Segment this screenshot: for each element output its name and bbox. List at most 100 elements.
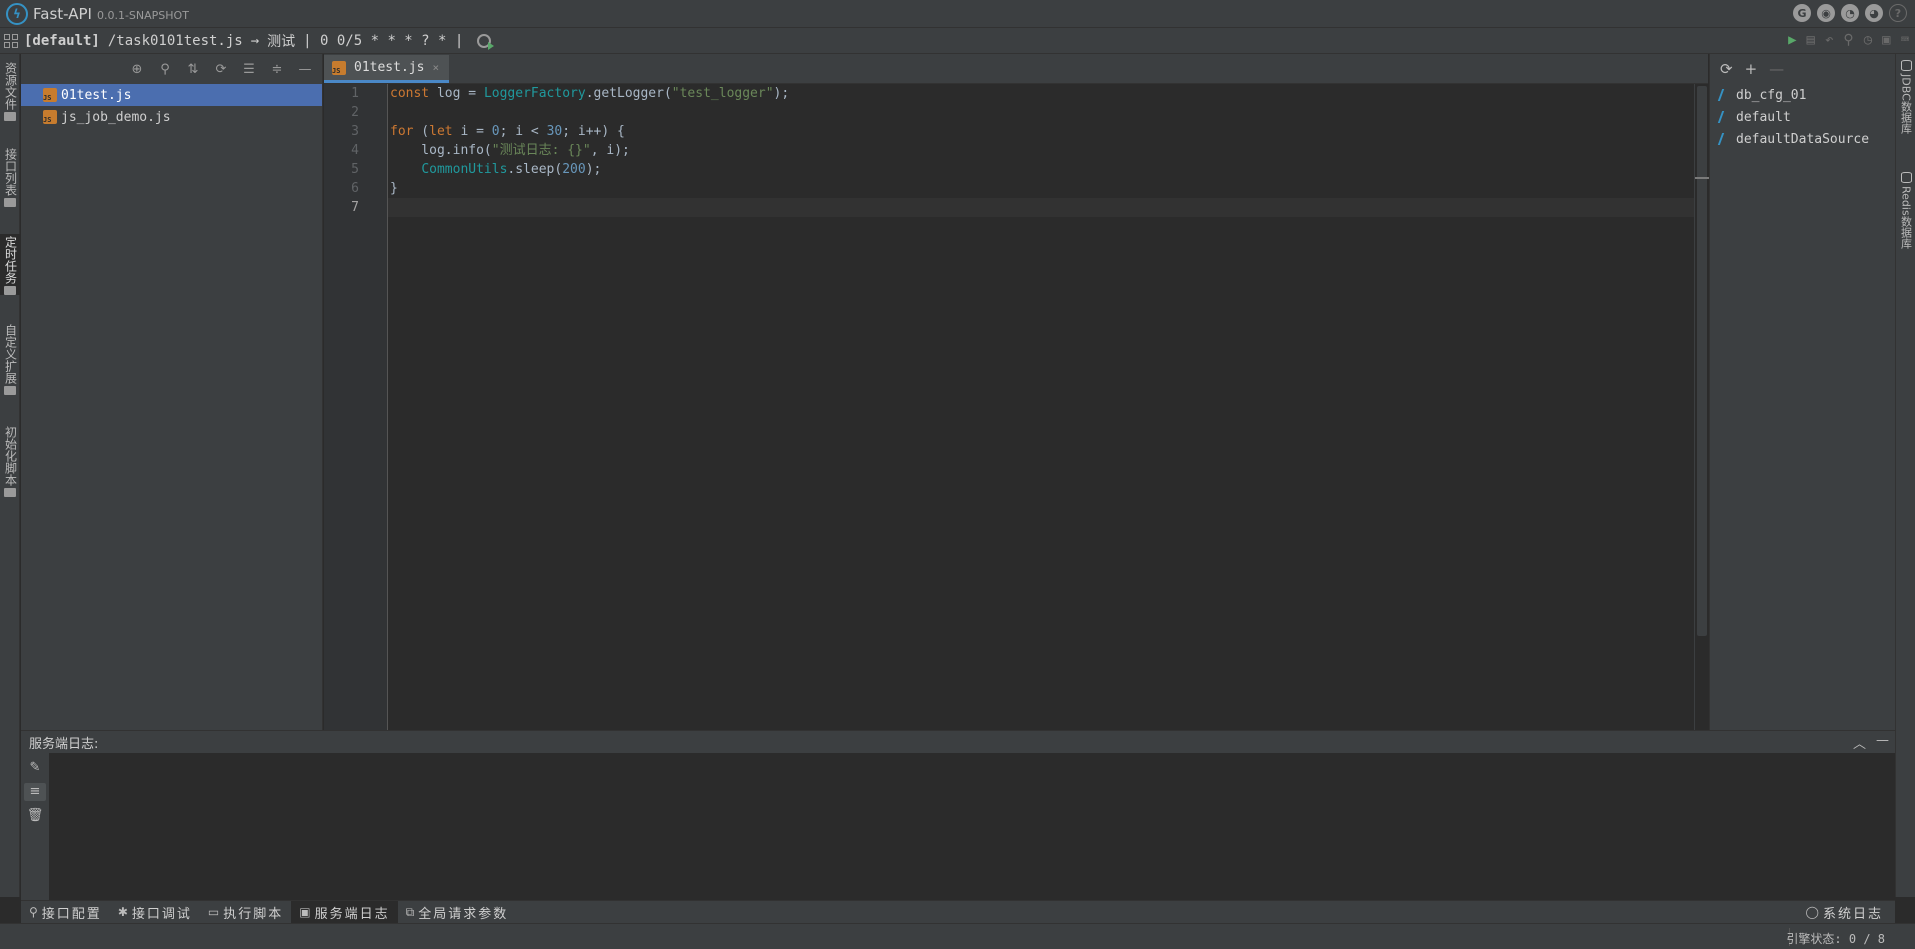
datasource-name: defaultDataSource [1736, 131, 1870, 147]
folder-icon [4, 286, 16, 295]
editor-tab-label: 01test.js [354, 60, 425, 75]
tab-jdbc-database-label: JDBC数据库 [1899, 74, 1913, 134]
minimize-icon[interactable]: — [298, 62, 312, 77]
tab-run-script[interactable]: ▭ 执行脚本 [200, 901, 291, 923]
sort-icon[interactable]: ⇅ [186, 62, 200, 77]
remove-icon[interactable]: — [1769, 60, 1784, 78]
log-toolbar: ✎ ≡ 🗑 [21, 753, 49, 901]
datasource-name: db_cfg_01 [1736, 87, 1807, 103]
code-line: for (let i = 0; i < 30; i++) { [390, 124, 625, 139]
save-icon[interactable]: ▤ [1807, 32, 1815, 48]
lock-icon[interactable]: ▣ [1882, 32, 1890, 48]
wechat-icon[interactable]: ◕ [1865, 4, 1883, 22]
tab-api-list[interactable]: 接口列表 [0, 146, 20, 207]
tab-server-log-label: 服务端日志 [314, 906, 390, 922]
scroll-to-end-icon[interactable]: ≡ [24, 783, 46, 801]
scrollbar-thumb[interactable] [1697, 86, 1707, 636]
tab-api-config[interactable]: ⚲ 接口配置 [21, 901, 110, 923]
file-item[interactable]: JS js_job_demo.js [21, 106, 322, 128]
run-icon[interactable]: ▶ [1788, 32, 1796, 48]
github-icon[interactable]: ◉ [1817, 4, 1835, 22]
log-header-actions: ︿ — [1853, 733, 1889, 752]
tab-redis-database[interactable]: Redis数据库 [1896, 172, 1915, 249]
refresh-icon[interactable]: ⟳ [214, 62, 228, 77]
code-line: CommonUtils.sleep(200); [421, 162, 602, 177]
folder-icon [4, 198, 16, 207]
link-icon: ⚲ [29, 905, 38, 919]
file-name: 01test.js [61, 87, 132, 103]
line-number: 7 [351, 200, 359, 215]
refresh-icon[interactable]: ⟳ [1720, 60, 1733, 78]
code-area[interactable]: 1 2 3 4 5 6 7 const log = LoggerFactory.… [324, 84, 1709, 730]
grid-icon[interactable] [4, 33, 18, 48]
datasource-icon [1717, 111, 1733, 123]
help-icon[interactable]: ? [1889, 4, 1907, 22]
schedule-run-icon[interactable] [477, 33, 495, 50]
code-line-current [388, 198, 1694, 217]
tab-api-debug[interactable]: ✱ 接口调试 [110, 901, 200, 923]
code-content[interactable]: const log = LoggerFactory.getLogger("tes… [388, 84, 1694, 730]
code-line: log.info("测试日志: {}", i); [390, 143, 630, 158]
tab-redis-database-label: Redis数据库 [1899, 186, 1913, 249]
tab-init-scripts-label: 初始化脚本 [3, 426, 18, 486]
folder-icon [4, 488, 16, 497]
expand-all-icon[interactable]: ☰ [242, 62, 256, 77]
close-icon[interactable]: × [432, 61, 439, 74]
chevron-up-icon[interactable]: ︿ [1853, 733, 1866, 752]
file-item[interactable]: JS 01test.js [21, 84, 322, 106]
google-icon[interactable]: G [1793, 4, 1811, 22]
keyboard-icon[interactable]: ⌨ [1901, 32, 1909, 48]
log-output[interactable] [49, 753, 1895, 900]
left-tool-strip: 资源文件 接口列表 定时任务 自定义扩展 初始化脚本 [0, 54, 20, 897]
breadcrumb-project[interactable]: [default] [24, 33, 100, 49]
line-number: 5 [351, 162, 359, 177]
history-icon[interactable]: ◷ [1864, 32, 1872, 48]
datasource-icon [1717, 133, 1733, 145]
trash-icon[interactable]: 🗑 [24, 807, 46, 825]
log-header: 服务端日志: [21, 731, 1895, 753]
editor-scrollbar[interactable] [1694, 84, 1709, 730]
tab-server-log[interactable]: ▣ 服务端日志 [291, 901, 398, 923]
tab-jdbc-database[interactable]: JDBC数据库 [1896, 60, 1915, 134]
log-title: 服务端日志: [29, 736, 99, 752]
line-number: 1 [351, 86, 359, 101]
breadcrumb-path[interactable]: /task0101test.js [108, 33, 243, 49]
js-file-icon: JS [332, 60, 346, 75]
line-number: 4 [351, 143, 359, 158]
tab-scheduled-tasks[interactable]: 定时任务 [0, 234, 20, 295]
search-icon[interactable]: ⚲ [1843, 32, 1853, 48]
tab-scheduled-tasks-label: 定时任务 [3, 236, 18, 284]
folder-icon [4, 386, 16, 395]
comment-icon: ◯ [1805, 905, 1819, 919]
locate-icon[interactable]: ⊕ [130, 62, 144, 77]
datasource-item[interactable]: defaultDataSource [1710, 128, 1895, 150]
tab-api-config-label: 接口配置 [41, 906, 102, 922]
tab-resource-files-label: 资源文件 [3, 62, 18, 110]
line-gutter: 1 2 3 4 5 6 7 [324, 84, 388, 730]
add-icon[interactable]: + [1745, 60, 1758, 78]
tab-global-params[interactable]: ⧉ 全局请求参数 [398, 901, 517, 923]
tab-system-log[interactable]: ◯ 系统日志 [1798, 901, 1891, 923]
server-log-panel: 服务端日志: ︿ — ✎ ≡ 🗑 [21, 730, 1895, 901]
fast-api-logo-icon: ϟ [6, 2, 28, 25]
qq-icon[interactable]: ◔ [1841, 4, 1859, 22]
search-icon[interactable]: ⚲ [158, 62, 172, 77]
tab-init-scripts[interactable]: 初始化脚本 [0, 424, 20, 497]
minimize-icon[interactable]: — [1876, 733, 1889, 752]
breadcrumb-task-name: 测试 [267, 33, 296, 50]
breadcrumb-cron: | 0 0/5 * * * ? * | [303, 32, 464, 49]
datasource-icon [1717, 89, 1733, 101]
folder-icon [4, 112, 16, 121]
tab-resource-files[interactable]: 资源文件 [0, 60, 20, 121]
datasource-item[interactable]: db_cfg_01 [1710, 84, 1895, 106]
editor-tab[interactable]: JS 01test.js × [324, 55, 450, 83]
app-window: ϟ Fast-API 0.0.1-SNAPSHOT G ◉ ◔ ◕ ? [def… [0, 0, 1915, 949]
pin-icon[interactable]: ✎ [24, 759, 46, 777]
tab-custom-extensions[interactable]: 自定义扩展 [0, 322, 20, 395]
title-icons: G ◉ ◔ ◕ ? [1793, 4, 1907, 22]
right-tool-strip: JDBC数据库 Redis数据库 [1895, 54, 1915, 897]
collapse-all-icon[interactable]: ≑ [270, 62, 284, 77]
undo-icon[interactable]: ↶ [1825, 32, 1833, 48]
datasource-item[interactable]: default [1710, 106, 1895, 128]
line-number: 2 [351, 105, 359, 120]
